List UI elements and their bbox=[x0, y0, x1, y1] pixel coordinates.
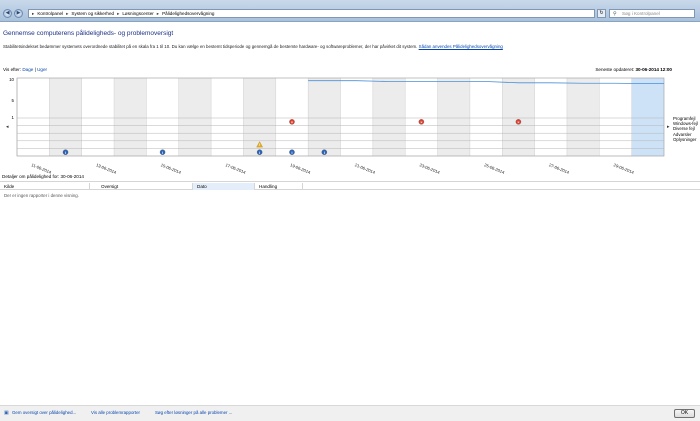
column-header-summary[interactable]: Oversigt bbox=[97, 183, 193, 190]
x-date-label: 27-06-2014 bbox=[548, 162, 570, 175]
y-tick-label: 5 bbox=[12, 98, 15, 103]
address-bar: ◀ ▶ ▸ Kontrolpanel ▸ System og sikkerhed… bbox=[0, 0, 700, 22]
info-icon-glyph: i bbox=[65, 151, 66, 155]
error-icon-glyph: × bbox=[420, 120, 422, 124]
info-icon-glyph: i bbox=[259, 151, 260, 155]
scroll-right-icon[interactable]: ▸ bbox=[667, 124, 670, 130]
chart-day-column[interactable] bbox=[81, 78, 115, 156]
chart-day-column[interactable] bbox=[146, 78, 179, 156]
column-header-date[interactable]: Dato bbox=[193, 183, 255, 190]
ok-button[interactable]: OK bbox=[674, 409, 695, 418]
legend-item: Oplysninger bbox=[673, 136, 697, 142]
back-arrow-icon[interactable]: ◀ bbox=[3, 9, 12, 18]
chart-day-column[interactable] bbox=[437, 78, 470, 156]
page-title: Gennemse computerens pålideligheds- og p… bbox=[3, 30, 174, 37]
chart-day-column[interactable] bbox=[340, 78, 373, 156]
chart-day-column[interactable] bbox=[211, 78, 244, 156]
breadcrumb-item[interactable]: Løsningscenter bbox=[122, 11, 153, 16]
event-legend: Programfejl Windows-fejl Diverse fejl Ad… bbox=[673, 116, 698, 142]
legend-item: Diverse fejl bbox=[673, 126, 695, 132]
chart-day-column[interactable] bbox=[308, 78, 341, 156]
column-header-action[interactable]: Handling bbox=[255, 183, 303, 190]
y-tick-label: 1 bbox=[12, 115, 15, 120]
details-title: Detaljer om pålidelighed for: 30-06-2014 bbox=[2, 174, 84, 179]
chevron-right-icon[interactable]: ▸ bbox=[157, 11, 159, 17]
details-table-header: Kilde Oversigt Dato Handling bbox=[0, 181, 700, 190]
breadcrumb-item[interactable]: Pålidelighedsovervågning bbox=[162, 11, 214, 16]
footer-bar: ▣ Gem oversigt over pålidelighed... Vis … bbox=[0, 405, 700, 421]
empty-message: Der er ingen rapporter i denne visning. bbox=[4, 193, 79, 198]
chart-day-column[interactable] bbox=[275, 78, 309, 156]
chevron-right-icon[interactable]: ▸ bbox=[117, 11, 119, 17]
x-date-label: 17-06-2014 bbox=[225, 162, 247, 175]
x-date-label: 21-06-2014 bbox=[354, 162, 376, 175]
column-header-source[interactable]: Kilde bbox=[0, 183, 90, 190]
view-weeks-link[interactable]: Uger bbox=[37, 67, 47, 72]
chart-day-column[interactable] bbox=[49, 78, 82, 156]
search-input[interactable]: ⚲ Søg i Kontrolpanel bbox=[609, 9, 695, 18]
chart-day-column[interactable] bbox=[114, 78, 147, 156]
error-icon-glyph: × bbox=[291, 120, 293, 124]
x-date-label: 23-06-2014 bbox=[419, 162, 441, 175]
warning-icon-glyph: ! bbox=[259, 143, 260, 147]
view-by: Vis efter: Dage | Uger bbox=[3, 67, 47, 72]
description-text: Stabilitetsindekset bedømmer systemets o… bbox=[3, 44, 418, 49]
chevron-right-icon[interactable]: ▸ bbox=[66, 11, 68, 17]
view-all-reports-link[interactable]: Vis alle problemrapporter bbox=[91, 410, 140, 415]
refresh-icon[interactable]: ↻ bbox=[597, 9, 606, 18]
last-updated: Seneste opdateret: 30-06-2014 12:00 bbox=[595, 67, 672, 72]
check-solutions-link[interactable]: Søg efter løsninger på alle problemer ..… bbox=[155, 410, 232, 415]
breadcrumb-item[interactable]: Kontrolpanel bbox=[37, 11, 63, 16]
control-panel-icon: ▸ bbox=[32, 10, 35, 16]
chart-day-column[interactable] bbox=[599, 78, 632, 156]
help-link[interactable]: Sådan anvendes Pålidelighedsovervågning bbox=[419, 44, 503, 49]
chart-day-column[interactable] bbox=[469, 78, 503, 156]
chart-day-column[interactable] bbox=[631, 78, 664, 156]
x-date-label: 13-06-2014 bbox=[95, 162, 117, 175]
last-updated-label: Seneste opdateret: bbox=[595, 67, 635, 72]
breadcrumb-item[interactable]: System og sikkerhed bbox=[71, 11, 114, 16]
chart-day-column[interactable] bbox=[372, 78, 406, 156]
page-description: Stabilitetsindekset bedømmer systemets o… bbox=[3, 44, 503, 49]
info-icon-glyph: i bbox=[291, 151, 292, 155]
chart-day-column[interactable] bbox=[566, 78, 600, 156]
forward-arrow-icon[interactable]: ▶ bbox=[14, 9, 23, 18]
x-date-label: 29-06-2014 bbox=[613, 162, 635, 175]
reliability-chart[interactable]: 1051◂ ▸× × ×!i i i i i11-06-2014 13-06-2014 15-06… bbox=[0, 74, 700, 178]
save-history-link[interactable]: Gem oversigt over pålidelighed... bbox=[12, 410, 76, 415]
x-date-label: 15-06-2014 bbox=[160, 162, 182, 175]
error-icon-glyph: × bbox=[517, 120, 519, 124]
view-separator: | bbox=[34, 67, 36, 72]
x-date-label: 19-06-2014 bbox=[289, 162, 311, 175]
breadcrumb[interactable]: ▸ Kontrolpanel ▸ System og sikkerhed ▸ L… bbox=[28, 9, 595, 18]
chart-day-column[interactable] bbox=[405, 78, 438, 156]
save-icon: ▣ bbox=[4, 410, 9, 416]
search-icon: ⚲ bbox=[613, 11, 617, 17]
chart-day-column[interactable] bbox=[534, 78, 567, 156]
x-date-label: 25-06-2014 bbox=[484, 162, 506, 175]
last-updated-value: 30-06-2014 12:00 bbox=[635, 67, 672, 72]
chart-day-column[interactable] bbox=[502, 78, 535, 156]
info-icon-glyph: i bbox=[324, 151, 325, 155]
view-days-link[interactable]: Dage bbox=[22, 67, 33, 72]
info-icon-glyph: i bbox=[162, 151, 163, 155]
chart-day-column[interactable] bbox=[178, 78, 212, 156]
scroll-left-icon[interactable]: ◂ bbox=[6, 124, 9, 130]
y-tick-label: 10 bbox=[9, 77, 14, 82]
search-placeholder: Søg i Kontrolpanel bbox=[622, 11, 660, 16]
view-by-label: Vis efter: bbox=[3, 67, 22, 72]
chart-day-column[interactable] bbox=[17, 78, 50, 156]
